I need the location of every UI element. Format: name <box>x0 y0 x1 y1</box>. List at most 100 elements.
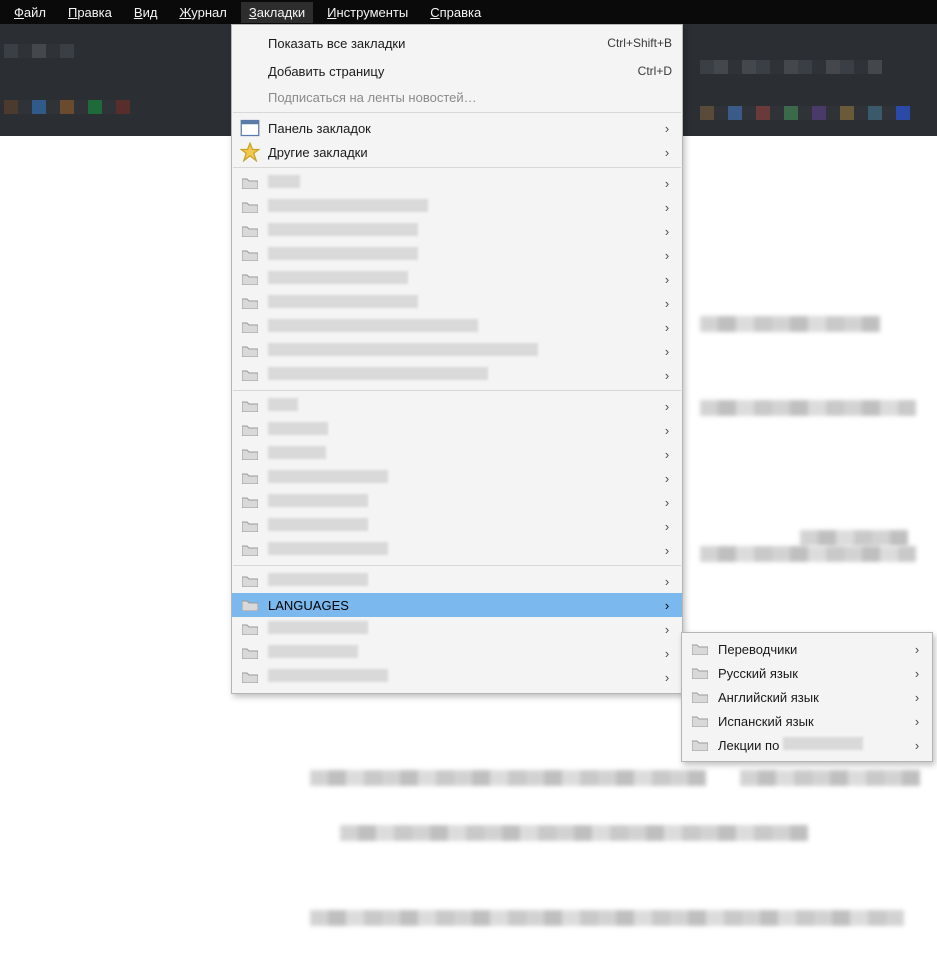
menu-folder-redacted[interactable]: › <box>232 363 682 387</box>
chevron-right-icon: › <box>662 368 672 383</box>
menu-item-label <box>268 199 662 215</box>
menu-subscribe-feeds: Подписаться на ленты новостей… <box>232 85 682 109</box>
menu-folder-redacted[interactable]: › <box>232 267 682 291</box>
menu-folder-redacted[interactable]: › <box>232 195 682 219</box>
menu-folder-redacted[interactable]: › <box>232 394 682 418</box>
chevron-right-icon: › <box>912 666 922 681</box>
folder-icon <box>240 175 260 191</box>
menu-folder-redacted[interactable]: › <box>232 466 682 490</box>
menu-folder-redacted[interactable]: › <box>232 219 682 243</box>
submenu-item-translators[interactable]: Переводчики › <box>682 637 932 661</box>
menu-item-label <box>268 319 662 335</box>
menu-item-label: Английский язык <box>718 690 912 705</box>
separator <box>233 565 681 566</box>
menu-folder-redacted[interactable]: › <box>232 617 682 641</box>
menubar: Файл Правка Вид Журнал Закладки Инструме… <box>0 0 937 24</box>
chevron-right-icon: › <box>662 670 672 685</box>
menu-folder-redacted[interactable]: › <box>232 418 682 442</box>
menu-item-label <box>268 271 662 287</box>
submenu-item-russian[interactable]: Русский язык › <box>682 661 932 685</box>
menu-item-label <box>268 247 662 263</box>
menu-folder-redacted[interactable]: › <box>232 339 682 363</box>
separator <box>233 167 681 168</box>
menu-folder-redacted[interactable]: › <box>232 291 682 315</box>
blank-icon <box>240 89 260 105</box>
folder-icon <box>690 713 710 729</box>
menu-bookmarks[interactable]: Закладки <box>241 2 313 23</box>
folder-icon <box>240 271 260 287</box>
folder-icon <box>240 199 260 215</box>
folder-icon <box>240 319 260 335</box>
menu-item-label: Панель закладок <box>268 121 662 136</box>
menu-show-all-bookmarks[interactable]: Показать все закладки Ctrl+Shift+B <box>232 29 682 57</box>
chevron-right-icon: › <box>662 543 672 558</box>
separator <box>233 112 681 113</box>
menu-tools[interactable]: Инструменты <box>319 2 416 23</box>
menu-folder-redacted[interactable]: › <box>232 490 682 514</box>
menu-folder-redacted[interactable]: › <box>232 538 682 562</box>
folder-icon <box>240 669 260 685</box>
menu-item-label: LANGUAGES <box>268 598 662 613</box>
menu-item-label <box>268 518 662 534</box>
folder-icon <box>240 597 260 613</box>
menu-folder-redacted[interactable]: › <box>232 171 682 195</box>
chevron-right-icon: › <box>912 738 922 753</box>
chevron-right-icon: › <box>662 296 672 311</box>
menu-item-label: Испанский язык <box>718 714 912 729</box>
menu-item-label <box>268 175 662 191</box>
folder-icon <box>240 223 260 239</box>
menu-item-label <box>268 223 662 239</box>
blank-icon <box>240 35 260 51</box>
menu-item-label <box>268 542 662 558</box>
menu-other-bookmarks[interactable]: Другие закладки › <box>232 140 682 164</box>
menu-item-label: Другие закладки <box>268 145 662 160</box>
bookmarks-toolbar-icon <box>240 120 260 136</box>
chevron-right-icon: › <box>662 598 672 613</box>
chevron-right-icon: › <box>662 519 672 534</box>
folder-icon <box>240 446 260 462</box>
menu-item-label: Лекции по <box>718 737 912 753</box>
chevron-right-icon: › <box>662 622 672 637</box>
chevron-right-icon: › <box>662 248 672 263</box>
menu-item-label <box>268 367 662 383</box>
submenu-item-spanish[interactable]: Испанский язык › <box>682 709 932 733</box>
menu-edit[interactable]: Правка <box>60 2 120 23</box>
menu-item-label: Русский язык <box>718 666 912 681</box>
menu-help[interactable]: Справка <box>422 2 489 23</box>
menu-item-label <box>268 573 662 589</box>
chevron-right-icon: › <box>662 646 672 661</box>
menu-folder-languages[interactable]: LANGUAGES › <box>232 593 682 617</box>
submenu-item-lectures[interactable]: Лекции по › <box>682 733 932 757</box>
chevron-right-icon: › <box>912 642 922 657</box>
menu-history[interactable]: Журнал <box>171 2 234 23</box>
chevron-right-icon: › <box>662 399 672 414</box>
chevron-right-icon: › <box>662 224 672 239</box>
menu-bookmarks-toolbar[interactable]: Панель закладок › <box>232 116 682 140</box>
menu-item-label <box>268 398 662 414</box>
menu-folder-redacted[interactable]: › <box>232 641 682 665</box>
menu-view[interactable]: Вид <box>126 2 166 23</box>
blank-icon <box>240 63 260 79</box>
menu-file[interactable]: Файл <box>6 2 54 23</box>
menu-item-label <box>268 422 662 438</box>
languages-submenu: Переводчики › Русский язык › Английский … <box>681 632 933 762</box>
submenu-item-english[interactable]: Английский язык › <box>682 685 932 709</box>
menu-folder-redacted[interactable]: › <box>232 243 682 267</box>
menu-folder-redacted[interactable]: › <box>232 514 682 538</box>
chevron-right-icon: › <box>662 471 672 486</box>
bookmarks-dropdown: Показать все закладки Ctrl+Shift+B Добав… <box>231 24 683 694</box>
menu-folder-redacted[interactable]: › <box>232 665 682 689</box>
folder-icon <box>690 665 710 681</box>
menu-add-page[interactable]: Добавить страницу Ctrl+D <box>232 57 682 85</box>
menu-folder-redacted[interactable]: › <box>232 569 682 593</box>
star-folder-icon <box>240 144 260 160</box>
menu-item-label: Добавить страницу <box>268 64 638 79</box>
menu-folder-redacted[interactable]: › <box>232 315 682 339</box>
menu-folder-redacted[interactable]: › <box>232 442 682 466</box>
chevron-right-icon: › <box>912 714 922 729</box>
folder-icon <box>240 621 260 637</box>
folder-icon <box>690 689 710 705</box>
shortcut-label: Ctrl+Shift+B <box>607 36 672 50</box>
folder-icon <box>240 542 260 558</box>
chevron-right-icon: › <box>662 574 672 589</box>
